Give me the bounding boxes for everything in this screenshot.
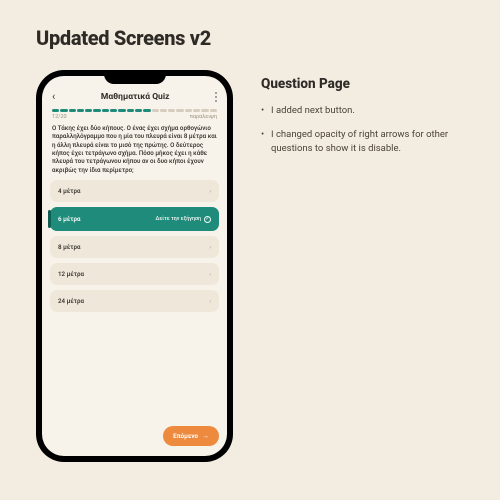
check-icon: ✓ <box>204 216 211 223</box>
quiz-title: Μαθηματικά Quiz <box>101 92 169 102</box>
question-text: Ο Τάκης έχει δύο κήπους. Ο ένας έχει σχή… <box>42 124 227 180</box>
answer-option[interactable]: 12 μέτρα › <box>50 263 219 285</box>
progress-meta: 12/20 παραλειψη <box>42 112 227 124</box>
notes-heading: Question Page <box>261 76 480 92</box>
answer-option-correct[interactable]: 6 μέτρα Δείτε την εξήγηση✓ <box>50 207 219 231</box>
notes-list: I added next button. I changed opacity of… <box>261 104 480 155</box>
note-item: I added next button. <box>261 104 480 118</box>
answer-label: 24 μέτρα <box>58 297 84 305</box>
skip-link[interactable]: παραλειψη <box>190 114 217 120</box>
next-button[interactable]: Επόμενο → <box>163 426 219 446</box>
question-counter: 12/20 <box>52 114 67 120</box>
notes-column: Question Page I added next button. I chan… <box>261 70 480 500</box>
arrow-right-icon: → <box>202 432 209 440</box>
chevron-right-icon: › <box>209 271 211 278</box>
answer-option[interactable]: 8 μέτρα › <box>50 236 219 258</box>
explanation-link[interactable]: Δείτε την εξήγηση✓ <box>156 216 211 223</box>
chevron-right-icon: › <box>209 188 211 195</box>
answer-label: 6 μέτρα <box>58 215 80 223</box>
answer-option[interactable]: 24 μέτρα › <box>50 290 219 312</box>
answer-label: 4 μέτρα <box>58 187 80 195</box>
more-icon[interactable] <box>215 91 217 102</box>
phone-screen: ‹ Μαθηματικά Quiz 12/20 παραλειψη Ο Τάκη… <box>42 76 227 456</box>
back-button[interactable]: ‹ <box>52 90 55 103</box>
phone-frame: ‹ Μαθηματικά Quiz 12/20 παραλειψη Ο Τάκη… <box>36 70 233 462</box>
next-button-label: Επόμενο <box>173 432 198 440</box>
note-item: I changed opacity of right arrows for ot… <box>261 128 480 156</box>
answer-label: 8 μέτρα <box>58 243 80 251</box>
phone-notch <box>104 70 166 84</box>
next-button-row: Επόμενο → <box>42 418 227 456</box>
answer-list: 4 μέτρα › 6 μέτρα Δείτε την εξήγηση✓ 8 μέτρα… <box>42 180 227 312</box>
chevron-right-icon: › <box>209 298 211 305</box>
answer-option[interactable]: 4 μέτρα › <box>50 180 219 202</box>
chevron-right-icon: › <box>209 244 211 251</box>
answer-label: 12 μέτρα <box>58 270 84 278</box>
content-row: ‹ Μαθηματικά Quiz 12/20 παραλειψη Ο Τάκη… <box>36 70 480 500</box>
page-title: Updated Screens v2 <box>36 26 211 50</box>
